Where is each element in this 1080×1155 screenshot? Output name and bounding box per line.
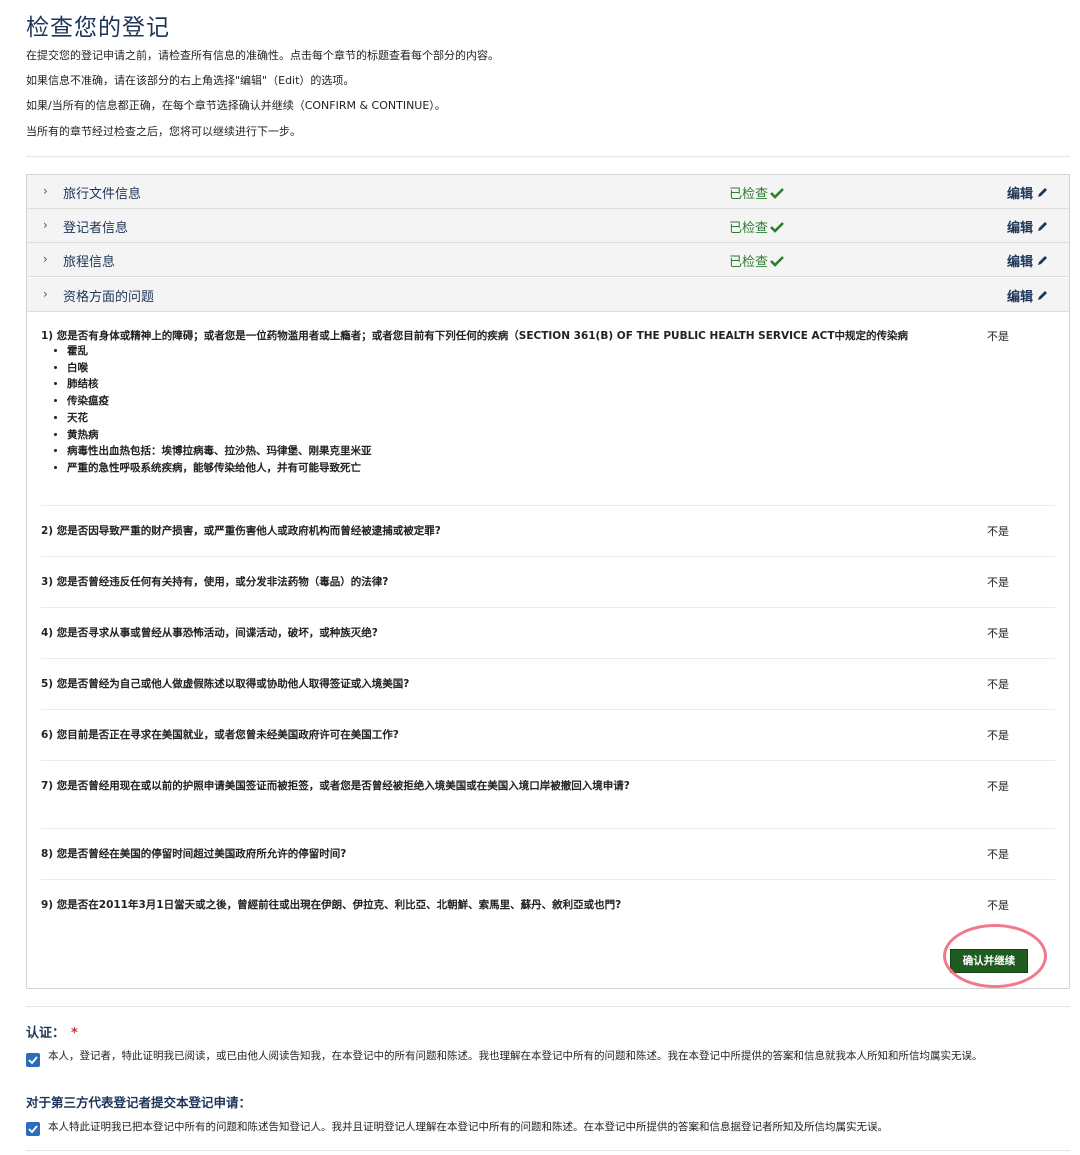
divider: [26, 1150, 1070, 1151]
check-icon: [770, 256, 784, 267]
checkmark-icon: [28, 1125, 38, 1134]
disease-list: 霍乱 白喉 肺结核 传染瘟疫 天花 黄热病 病毒性出血热包括：埃博拉病毒、拉沙热…: [41, 343, 372, 477]
answer-6: 不是: [987, 729, 1009, 742]
chevron-right-icon: ›: [43, 252, 48, 266]
question-8: 8) 您是否曾经在美国的停留时间超过美国政府所允许的停留时间?: [41, 848, 347, 860]
divider: [41, 607, 1055, 608]
answer-4: 不是: [987, 627, 1009, 640]
section-registrant-info[interactable]: › 登记者信息 已检查 编辑: [27, 209, 1069, 243]
divider: [41, 709, 1055, 710]
question-7: 7) 您是否曾经用现在或以前的护照申请美国签证而被拒签，或者您是否曾经被拒绝入境…: [41, 780, 630, 792]
list-item: 天花: [67, 410, 372, 427]
edit-link[interactable]: 编辑: [1007, 251, 1049, 270]
intro-line-4: 当所有的章节经过检查之后，您将可以继续进行下一步。: [26, 125, 301, 138]
pencil-icon: [1038, 188, 1048, 197]
section-status: 已检查: [729, 183, 784, 202]
list-item: 肺结核: [67, 376, 372, 393]
intro-line-2: 如果信息不准确，请在该部分的右上角选择"编辑"（Edit）的选项。: [26, 74, 355, 87]
answer-8: 不是: [987, 848, 1009, 861]
section-status: 已检查: [729, 217, 784, 236]
pencil-icon: [1038, 222, 1048, 231]
section-title[interactable]: 旅程信息: [63, 251, 115, 270]
list-item: 白喉: [67, 360, 372, 377]
section-status: 已检查: [729, 251, 784, 270]
question-3: 3) 您是否曾经违反任何有关持有，使用，或分发非法药物（毒品）的法律?: [41, 576, 389, 588]
third-party-checkbox[interactable]: [26, 1122, 40, 1136]
review-registration-page: 检查您的登记 在提交您的登记申请之前，请检查所有信息的准确性。点击每个章节的标题…: [0, 0, 1080, 1155]
third-party-label: 对于第三方代表登记者提交本登记申请：: [26, 1095, 252, 1110]
answer-9: 不是: [987, 899, 1009, 912]
question-6: 6) 您目前是否正在寻求在美国就业，或者您曾未经美国政府许可在美国工作?: [41, 729, 399, 741]
section-title[interactable]: 资格方面的问题: [63, 286, 154, 305]
certification-label: 认证： *: [26, 1026, 78, 1041]
question-5: 5) 您是否曾经为自己或他人做虚假陈述以取得或协助他人取得签证或入境美国?: [41, 678, 410, 690]
questions-list: 1) 您是否有身体或精神上的障碍；或者您是一位药物滥用者或上瘾者；或者您目前有下…: [27, 313, 1069, 988]
question-1: 1) 您是否有身体或精神上的障碍；或者您是一位药物滥用者或上瘾者；或者您目前有下…: [41, 330, 909, 342]
confirm-continue-button[interactable]: 确认并继续: [950, 949, 1028, 973]
edit-link[interactable]: 编辑: [1007, 183, 1049, 202]
divider: [41, 658, 1055, 659]
pencil-icon: [1038, 291, 1048, 300]
divider: [26, 1006, 1070, 1007]
edit-link[interactable]: 编辑: [1007, 217, 1049, 236]
section-travel-documents[interactable]: › 旅行文件信息 已检查 编辑: [27, 175, 1069, 209]
intro-line-3: 如果/当所有的信息都正确，在每个章节选择确认并继续（CONFIRM & CONT…: [26, 99, 446, 112]
list-item: 严重的急性呼吸系统疾病，能够传染给他人，并有可能导致死亡: [67, 460, 372, 477]
divider: [41, 828, 1055, 829]
divider: [41, 505, 1055, 506]
section-travel-info[interactable]: › 旅程信息 已检查 编辑: [27, 243, 1069, 277]
question-4: 4) 您是否寻求从事或曾经从事恐怖活动，间谍活动，破坏，或种族灭绝?: [41, 627, 378, 639]
review-sections-panel: › 旅行文件信息 已检查 编辑 › 登记者信息 已检查 编辑 › 旅程信息 已检…: [26, 174, 1070, 989]
answer-7: 不是: [987, 780, 1009, 793]
answer-2: 不是: [987, 525, 1009, 538]
check-icon: [770, 222, 784, 233]
section-title[interactable]: 登记者信息: [63, 217, 128, 236]
certification-checkbox[interactable]: [26, 1053, 40, 1067]
answer-5: 不是: [987, 678, 1009, 691]
divider: [41, 879, 1055, 880]
required-mark: *: [71, 1026, 78, 1041]
chevron-right-icon: ›: [43, 218, 48, 232]
page-title: 检查您的登记: [26, 15, 170, 41]
intro-line-1: 在提交您的登记申请之前，请检查所有信息的准确性。点击每个章节的标题查看每个部分的…: [26, 49, 499, 62]
divider: [41, 760, 1055, 761]
section-title[interactable]: 旅行文件信息: [63, 183, 141, 202]
answer-3: 不是: [987, 576, 1009, 589]
question-2: 2) 您是否因导致严重的财产损害，或严重伤害他人或政府机构而曾经被逮捕或被定罪?: [41, 525, 441, 537]
third-party-text: 本人特此证明我已把本登记中所有的问题和陈述告知登记人。我并且证明登记人理解在本登…: [48, 1121, 888, 1133]
certification-text: 本人，登记者，特此证明我已阅读，或已由他人阅读告知我，在本登记中的所有问题和陈述…: [48, 1050, 983, 1062]
question-9: 9) 您是否在2011年3月1日當天或之後，曾經前往或出現在伊朗、伊拉克、利比亞…: [41, 899, 622, 911]
chevron-right-icon: ›: [43, 184, 48, 198]
check-icon: [770, 188, 784, 199]
edit-link[interactable]: 编辑: [1007, 286, 1049, 305]
list-item: 病毒性出血热包括：埃博拉病毒、拉沙热、玛律堡、刚果克里米亚: [67, 443, 372, 460]
list-item: 黄热病: [67, 427, 372, 444]
divider: [41, 556, 1055, 557]
checkmark-icon: [28, 1056, 38, 1065]
list-item: 传染瘟疫: [67, 393, 372, 410]
chevron-right-icon: ›: [43, 287, 48, 301]
list-item: 霍乱: [67, 343, 372, 360]
section-eligibility-questions[interactable]: › 资格方面的问题 编辑: [27, 278, 1069, 312]
divider: [26, 156, 1070, 157]
answer-1: 不是: [987, 330, 1009, 343]
pencil-icon: [1038, 256, 1048, 265]
